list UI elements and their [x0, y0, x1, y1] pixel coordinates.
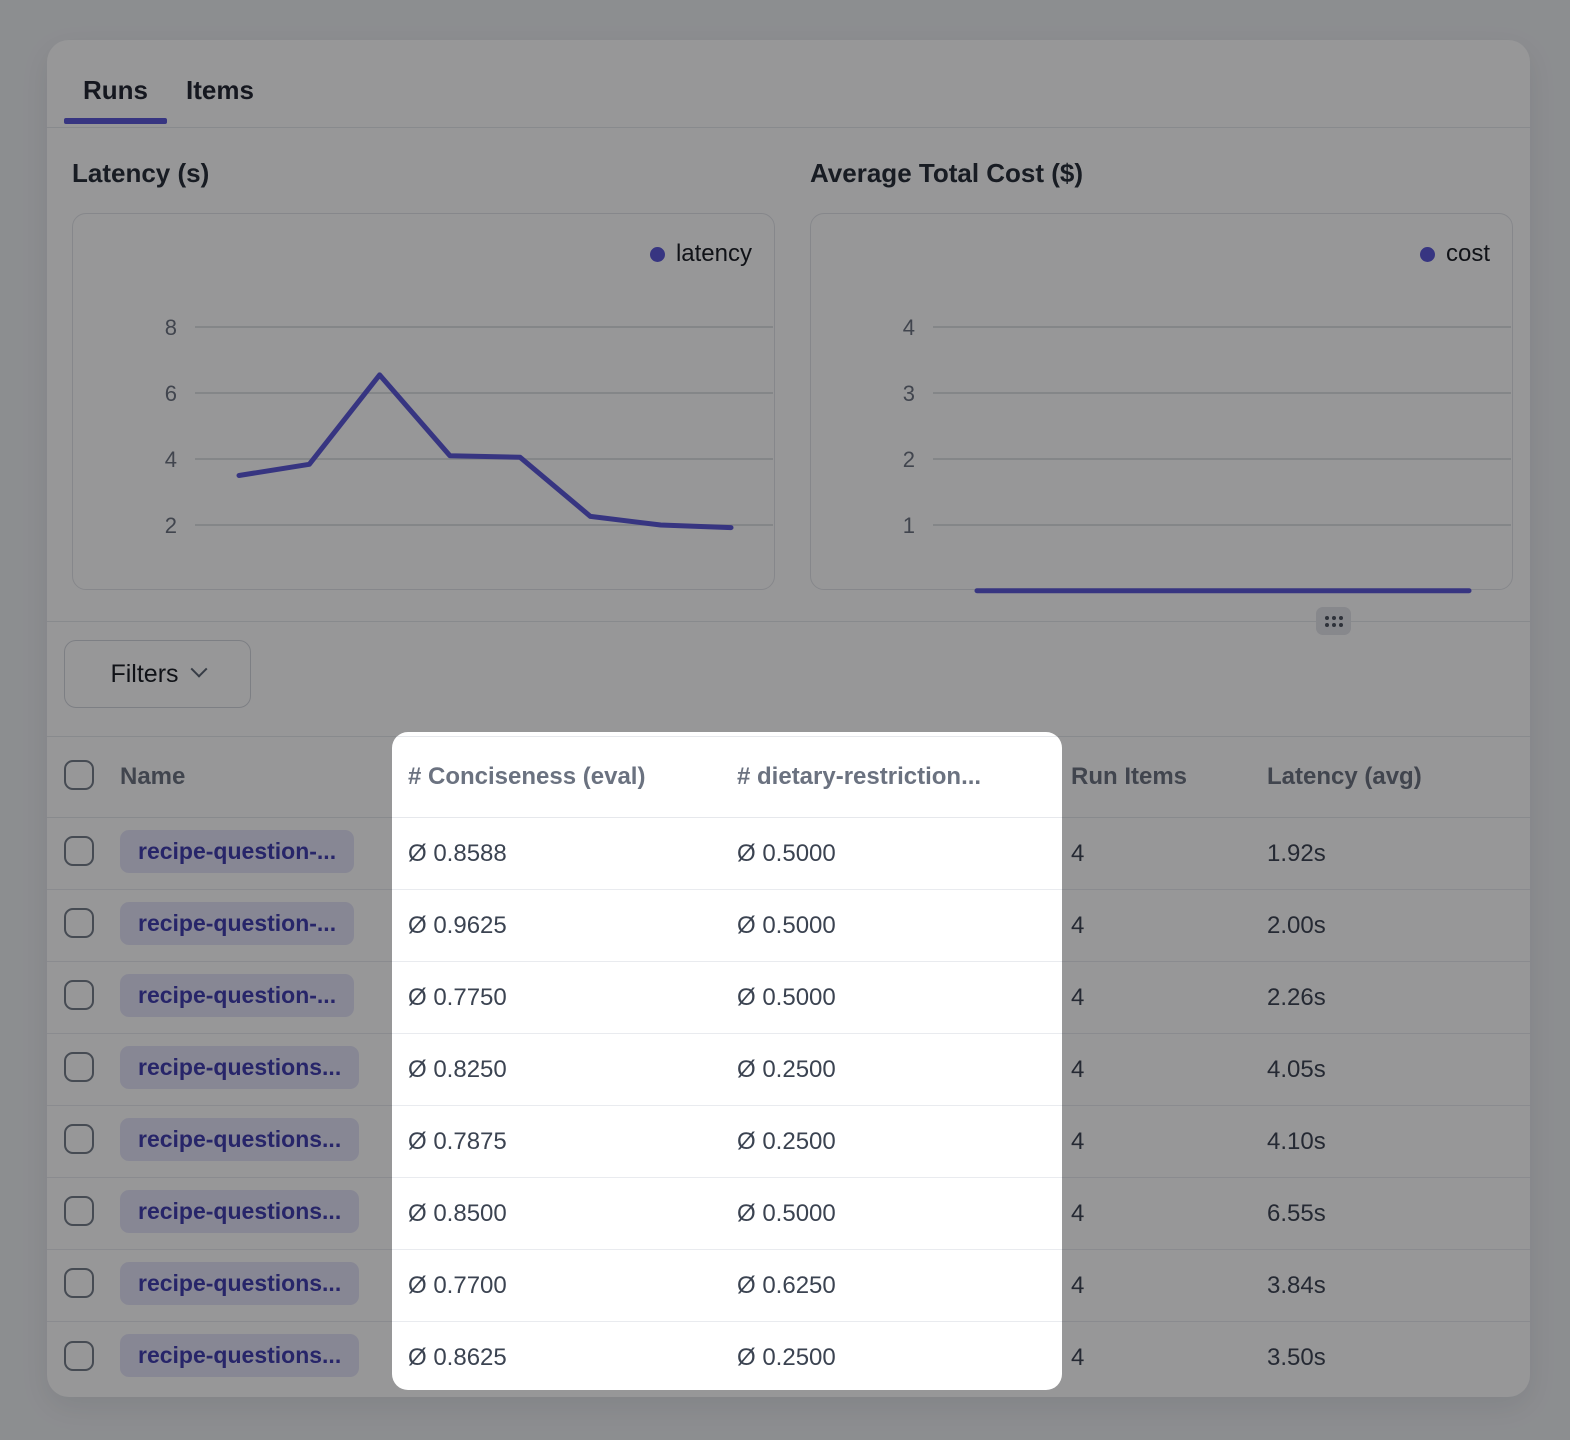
cost-line-chart: 4 3 2 1: [811, 214, 1514, 596]
cost-legend: cost: [1420, 240, 1490, 268]
resize-grip-icon[interactable]: [1316, 607, 1351, 635]
run-name-badge[interactable]: recipe-questions...: [120, 1334, 359, 1377]
latency-avg-cell: 2.26s: [1267, 984, 1530, 1012]
run-items-cell: 4: [1071, 1128, 1267, 1156]
cost-chart-title: Average Total Cost ($): [810, 158, 1083, 189]
col-header-run-items[interactable]: Run Items: [1071, 763, 1267, 791]
latency-avg-cell: 3.50s: [1267, 1344, 1530, 1372]
dietary-restriction-cell: Ø 0.5000: [737, 912, 1071, 940]
table-row: recipe-questions... Ø 0.8250 Ø 0.2500 4 …: [47, 1034, 1530, 1106]
run-name-badge[interactable]: recipe-questions...: [120, 1262, 359, 1305]
row-checkbox[interactable]: [64, 1124, 94, 1154]
run-items-cell: 4: [1071, 1344, 1267, 1372]
cost-legend-label: cost: [1446, 240, 1490, 268]
latency-avg-cell: 4.10s: [1267, 1128, 1530, 1156]
latency-avg-cell: 6.55s: [1267, 1200, 1530, 1228]
filters-button[interactable]: Filters: [64, 640, 251, 708]
col-header-name[interactable]: Name: [120, 763, 408, 791]
page: Runs Items Latency (s) Average Total Cos…: [0, 0, 1570, 1440]
latency-avg-cell: 1.92s: [1267, 840, 1530, 868]
chevron-down-icon: [190, 661, 207, 678]
dietary-restriction-cell: Ø 0.5000: [737, 984, 1071, 1012]
row-checkbox[interactable]: [64, 836, 94, 866]
conciseness-cell: Ø 0.7750: [408, 984, 737, 1012]
dietary-restriction-cell: Ø 0.2500: [737, 1344, 1071, 1372]
table-body: recipe-question-... Ø 0.8588 Ø 0.5000 4 …: [47, 818, 1530, 1394]
run-name-badge[interactable]: recipe-questions...: [120, 1190, 359, 1233]
tab-runs-label: Runs: [83, 75, 148, 106]
svg-text:2: 2: [903, 447, 915, 472]
col-header-latency-avg[interactable]: Latency (avg): [1267, 763, 1530, 791]
run-name-badge[interactable]: recipe-question-...: [120, 974, 354, 1017]
table-row: recipe-questions... Ø 0.7700 Ø 0.6250 4 …: [47, 1250, 1530, 1322]
svg-text:8: 8: [165, 315, 177, 340]
runs-panel: Runs Items Latency (s) Average Total Cos…: [47, 40, 1530, 1397]
conciseness-cell: Ø 0.7700: [408, 1272, 737, 1300]
run-name-badge[interactable]: recipe-question-...: [120, 830, 354, 873]
latency-avg-cell: 4.05s: [1267, 1056, 1530, 1084]
conciseness-cell: Ø 0.8500: [408, 1200, 737, 1228]
run-name-badge[interactable]: recipe-questions...: [120, 1118, 359, 1161]
col-header-dietary-restriction[interactable]: # dietary-restriction...: [737, 763, 1071, 791]
dietary-restriction-cell: Ø 0.2500: [737, 1128, 1071, 1156]
table-row: recipe-question-... Ø 0.8588 Ø 0.5000 4 …: [47, 818, 1530, 890]
row-checkbox[interactable]: [64, 1052, 94, 1082]
run-items-cell: 4: [1071, 1056, 1267, 1084]
latency-avg-cell: 2.00s: [1267, 912, 1530, 940]
tab-items[interactable]: Items: [167, 69, 273, 127]
latency-avg-cell: 3.84s: [1267, 1272, 1530, 1300]
tab-bar: Runs Items: [47, 40, 1530, 128]
svg-text:3: 3: [903, 381, 915, 406]
run-items-cell: 4: [1071, 840, 1267, 868]
dietary-restriction-cell: Ø 0.6250: [737, 1272, 1071, 1300]
table-header: Name # Conciseness (eval) # dietary-rest…: [47, 736, 1530, 818]
table-row: recipe-questions... Ø 0.8625 Ø 0.2500 4 …: [47, 1322, 1530, 1394]
latency-legend: latency: [650, 240, 752, 268]
row-checkbox[interactable]: [64, 980, 94, 1010]
table-row: recipe-question-... Ø 0.9625 Ø 0.5000 4 …: [47, 890, 1530, 962]
run-items-cell: 4: [1071, 1272, 1267, 1300]
table-row: recipe-question-... Ø 0.7750 Ø 0.5000 4 …: [47, 962, 1530, 1034]
runs-table: Name # Conciseness (eval) # dietary-rest…: [47, 736, 1530, 1397]
dietary-restriction-cell: Ø 0.2500: [737, 1056, 1071, 1084]
svg-text:2: 2: [165, 513, 177, 538]
latency-line-chart: 8 6 4 2: [73, 214, 776, 596]
latency-chart: 8 6 4 2 latency: [72, 213, 775, 590]
run-name-badge[interactable]: recipe-question-...: [120, 902, 354, 945]
run-items-cell: 4: [1071, 1200, 1267, 1228]
table-row: recipe-questions... Ø 0.7875 Ø 0.2500 4 …: [47, 1106, 1530, 1178]
svg-text:1: 1: [903, 513, 915, 538]
conciseness-cell: Ø 0.8588: [408, 840, 737, 868]
select-all-checkbox[interactable]: [64, 760, 94, 790]
run-name-badge[interactable]: recipe-questions...: [120, 1046, 359, 1089]
latency-chart-title: Latency (s): [72, 158, 209, 189]
latency-legend-dot-icon: [650, 247, 665, 262]
conciseness-cell: Ø 0.9625: [408, 912, 737, 940]
col-header-conciseness[interactable]: # Conciseness (eval): [408, 763, 737, 791]
row-checkbox[interactable]: [64, 908, 94, 938]
dietary-restriction-cell: Ø 0.5000: [737, 1200, 1071, 1228]
latency-legend-label: latency: [676, 240, 752, 268]
dietary-restriction-cell: Ø 0.5000: [737, 840, 1071, 868]
cost-chart: 4 3 2 1 cost: [810, 213, 1513, 590]
svg-text:6: 6: [165, 381, 177, 406]
table-row: recipe-questions... Ø 0.8500 Ø 0.5000 4 …: [47, 1178, 1530, 1250]
run-items-cell: 4: [1071, 912, 1267, 940]
row-checkbox[interactable]: [64, 1268, 94, 1298]
tab-runs[interactable]: Runs: [64, 69, 167, 127]
run-items-cell: 4: [1071, 984, 1267, 1012]
row-checkbox[interactable]: [64, 1196, 94, 1226]
conciseness-cell: Ø 0.8625: [408, 1344, 737, 1372]
charts-table-divider: [47, 621, 1530, 622]
conciseness-cell: Ø 0.7875: [408, 1128, 737, 1156]
filters-button-label: Filters: [110, 660, 178, 689]
row-checkbox[interactable]: [64, 1341, 94, 1371]
tab-items-label: Items: [186, 75, 254, 106]
conciseness-cell: Ø 0.8250: [408, 1056, 737, 1084]
svg-text:4: 4: [903, 315, 915, 340]
svg-text:4: 4: [165, 447, 177, 472]
cost-legend-dot-icon: [1420, 247, 1435, 262]
